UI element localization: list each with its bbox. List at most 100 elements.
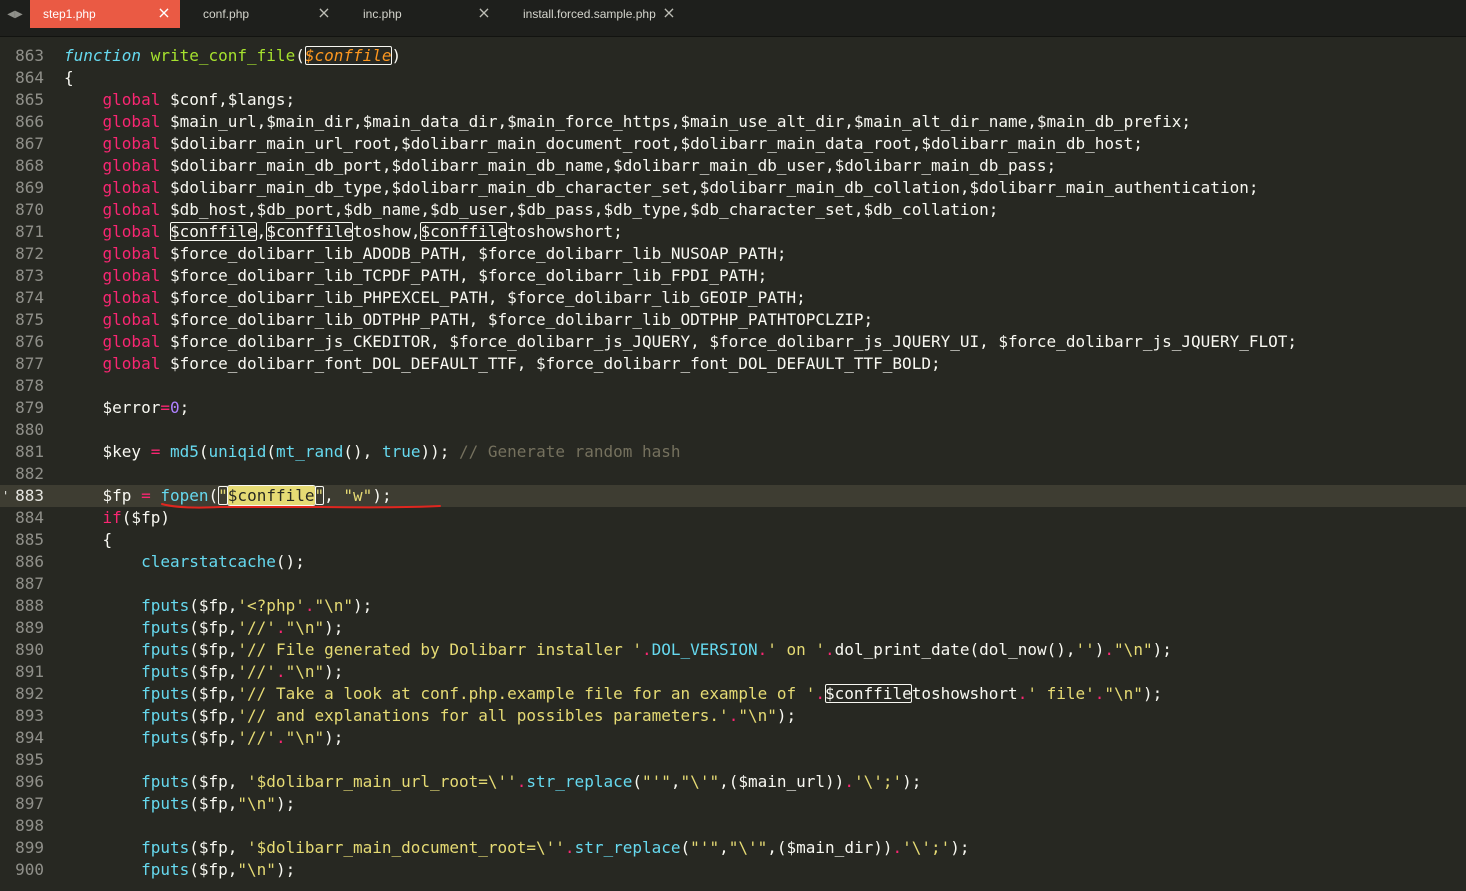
tab-scroll-left-icon[interactable]: ◀▶: [0, 0, 30, 28]
code-token: '$dolibarr_main_url_root=\'': [247, 772, 517, 791]
line-number: 892: [15, 684, 44, 703]
code-token: fputs: [141, 596, 190, 615]
code-token: );: [324, 618, 344, 637]
code-token: ,($main_dir)): [767, 838, 893, 857]
line-number: 891: [15, 662, 44, 681]
code-token: ($fp,: [189, 838, 248, 857]
code-token: .: [825, 640, 835, 659]
code-line[interactable]: 869 global $dolibarr_main_db_type,$dolib…: [0, 177, 1466, 199]
code-token: global: [102, 156, 161, 175]
line-number: 872: [15, 244, 44, 263]
code-token: (: [632, 772, 642, 791]
code-line[interactable]: 892 fputs($fp,'// Take a look at conf.ph…: [0, 683, 1466, 705]
code-text: global $conf,$langs;: [64, 89, 296, 111]
code-token: );: [776, 706, 797, 725]
code-text: global $main_url,$main_dir,$main_data_di…: [64, 111, 1192, 133]
code-line[interactable]: 890 fputs($fp,'// File generated by Doli…: [0, 639, 1466, 661]
code-token: global: [102, 90, 161, 109]
line-number: 875: [15, 310, 44, 329]
close-icon[interactable]: ×: [661, 5, 677, 21]
code-token: .: [844, 772, 854, 791]
code-line[interactable]: 870 global $db_host,$db_port,$db_name,$d…: [0, 199, 1466, 221]
line-number: 884: [15, 508, 44, 527]
code-line[interactable]: 881 $key = md5(uniqid(mt_rand(), true));…: [0, 441, 1466, 463]
code-editor[interactable]: 863 function write_conf_file($conffile) 86…: [0, 37, 1466, 891]
code-line[interactable]: 894 fputs($fp,'//'."\n");: [0, 727, 1466, 749]
code-line[interactable]: 897 fputs($fp,"\n");: [0, 793, 1466, 815]
code-line[interactable]: 873 global $force_dolibarr_lib_TCPDF_PAT…: [0, 265, 1466, 287]
tab-step1-php[interactable]: step1.php ×: [30, 0, 180, 28]
tab-inc-php[interactable]: inc.php ×: [350, 0, 500, 28]
code-line[interactable]: 867 global $dolibarr_main_url_root,$doli…: [0, 133, 1466, 155]
code-token: ' on ': [767, 640, 826, 659]
code-token: "\n": [285, 728, 325, 747]
code-line[interactable]: 863 function write_conf_file($conffile): [0, 45, 1466, 67]
code-token: ($fp,: [189, 860, 238, 879]
code-line[interactable]: 886 clearstatcache();: [0, 551, 1466, 573]
code-line[interactable]: 877 global $force_dolibarr_font_DOL_DEFA…: [0, 353, 1466, 375]
code-token: $main_url,$main_dir,$main_data_dir,$main…: [160, 112, 1192, 131]
code-token: );: [353, 596, 373, 615]
code-text: global $db_host,$db_port,$db_name,$db_us…: [64, 199, 999, 221]
code-line[interactable]: 896 fputs($fp, '$dolibarr_main_url_root=…: [0, 771, 1466, 793]
line-number: 871: [15, 222, 44, 241]
code-token: );: [275, 860, 296, 879]
code-text: fputs($fp, '$dolibarr_main_document_root…: [64, 837, 970, 859]
code-line[interactable]: 875 global $force_dolibarr_lib_ODTPHP_PA…: [0, 309, 1466, 331]
code-token: fputs: [141, 640, 190, 659]
code-line[interactable]: 885 {: [0, 529, 1466, 551]
code-line[interactable]: 899 fputs($fp, '$dolibarr_main_document_…: [0, 837, 1466, 859]
code-text: global $force_dolibarr_lib_ADODB_PATH, $…: [64, 243, 787, 265]
line-number: 898: [15, 816, 44, 835]
code-line[interactable]: 884 if($fp): [0, 507, 1466, 529]
code-line[interactable]: 872 global $force_dolibarr_lib_ADODB_PAT…: [0, 243, 1466, 265]
code-line[interactable]: 889 fputs($fp,'//'."\n");: [0, 617, 1466, 639]
tab-conf-php[interactable]: conf.php ×: [190, 0, 340, 28]
code-token: {: [64, 530, 113, 549]
line-number: 886: [15, 552, 44, 571]
code-line[interactable]: 876 global $force_dolibarr_js_CKEDITOR, …: [0, 331, 1466, 353]
code-line[interactable]: 895: [0, 749, 1466, 771]
code-token: $force_dolibarr_js_CKEDITOR, $force_doli…: [160, 332, 1297, 351]
tab-label: install.forced.sample.php: [523, 7, 656, 21]
code-token: );: [902, 772, 922, 791]
code-line[interactable]: 868 global $dolibarr_main_db_port,$dolib…: [0, 155, 1466, 177]
code-line[interactable]: 888 fputs($fp,'<?php'."\n");: [0, 595, 1466, 617]
code-token: global: [102, 222, 161, 241]
code-text: fputs($fp,'// File generated by Dolibarr…: [64, 639, 1172, 661]
line-number: 873: [15, 266, 44, 285]
code-line[interactable]: 880: [0, 419, 1466, 441]
code-line[interactable]: 893 fputs($fp,'// and explanations for a…: [0, 705, 1466, 727]
code-token: .: [275, 662, 286, 681]
code-line[interactable]: 887: [0, 573, 1466, 595]
code-line[interactable]: 891 fputs($fp,'//'."\n");: [0, 661, 1466, 683]
close-icon[interactable]: ×: [316, 5, 332, 21]
code-line[interactable]: 865 global $conf,$langs;: [0, 89, 1466, 111]
code-line[interactable]: 900 fputs($fp,"\n");: [0, 859, 1466, 881]
tab-install-forced-sample-php[interactable]: install.forced.sample.php ×: [510, 0, 685, 28]
close-icon[interactable]: ×: [156, 5, 172, 21]
line-number: 874: [15, 288, 44, 307]
code-line[interactable]: 864 {: [0, 67, 1466, 89]
line-number: 868: [15, 156, 44, 175]
code-line[interactable]: 882: [0, 463, 1466, 485]
code-token: $conffile: [420, 222, 508, 241]
code-token: toshowshort: [911, 684, 1018, 703]
code-text: fputs($fp,'// Take a look at conf.php.ex…: [64, 683, 1162, 705]
code-token: global: [102, 244, 161, 263]
code-token: );: [324, 728, 344, 747]
line-number: 899: [15, 838, 44, 857]
close-icon[interactable]: ×: [476, 5, 492, 21]
code-line[interactable]: 874 global $force_dolibarr_lib_PHPEXCEL_…: [0, 287, 1466, 309]
code-token: ,: [719, 838, 729, 857]
code-line[interactable]: 898: [0, 815, 1466, 837]
code-line[interactable]: 866 global $main_url,$main_dir,$main_dat…: [0, 111, 1466, 133]
code-line[interactable]: 871 global $conffile,$conffiletoshow,$co…: [0, 221, 1466, 243]
code-line[interactable]: 879 $error=0;: [0, 397, 1466, 419]
code-line[interactable]: 878: [0, 375, 1466, 397]
